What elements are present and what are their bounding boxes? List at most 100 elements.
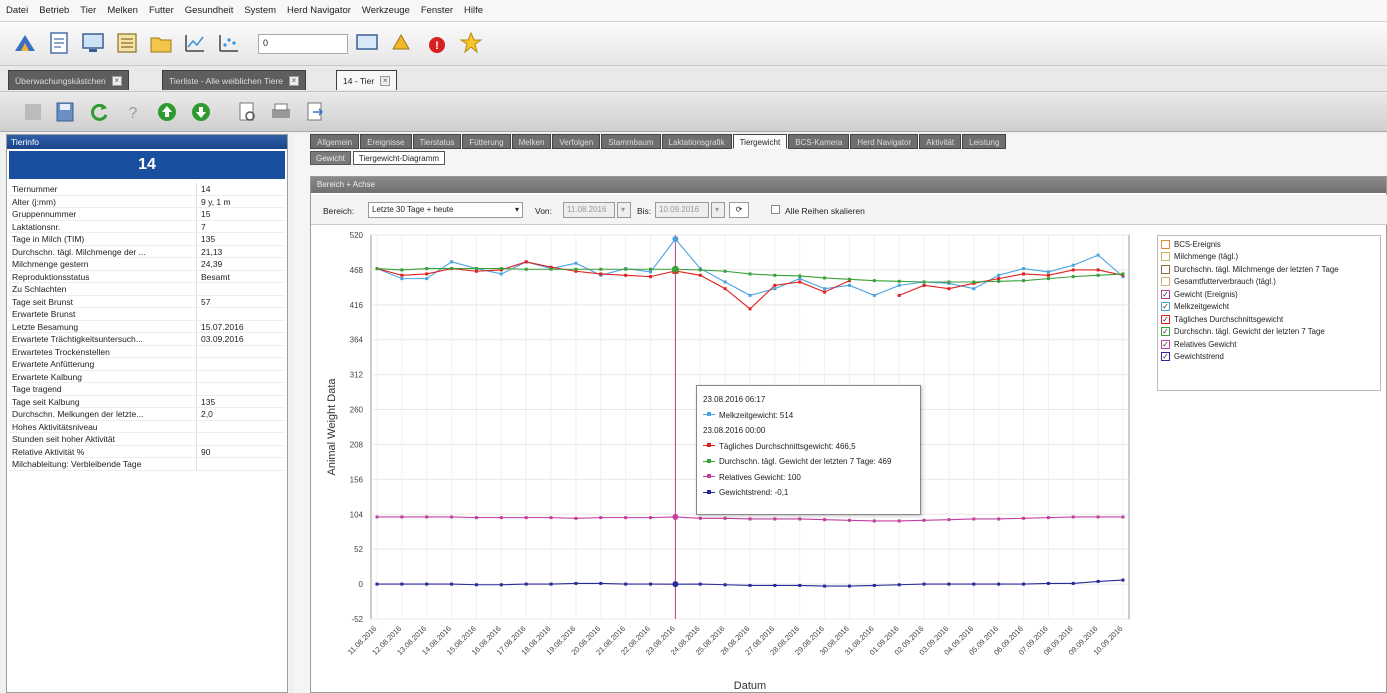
menu-futter[interactable]: Futter [149,5,174,16]
legend-checkbox[interactable]: ✓ [1161,327,1170,337]
tab-tierstatus[interactable]: Tierstatus [412,134,462,149]
menu-betrieb[interactable]: Betrieb [39,5,69,16]
help-icon[interactable]: ? [118,97,148,127]
legend-checkbox[interactable]: ✓ [1161,314,1170,324]
tierinfo-row[interactable]: Tiernummer 14 [9,183,285,196]
tierinfo-row[interactable]: Tage tragend [9,383,285,396]
folder-icon[interactable] [146,28,176,58]
tierinfo-row[interactable]: Gruppennummer 15 [9,208,285,221]
down-arrow-icon[interactable] [186,97,216,127]
tab-verfolgen[interactable]: Verfolgen [552,134,601,149]
legend-item[interactable]: ✓ Relatives Gewicht [1161,338,1377,351]
legend-checkbox[interactable] [1161,252,1170,262]
up-arrow-icon[interactable] [152,97,182,127]
tab-aktivität[interactable]: Aktivität [919,134,962,149]
legend-item[interactable]: ✓ Durchschn. tägl. Gewicht der letzten 7 … [1161,326,1377,339]
legend-checkbox[interactable]: ✓ [1161,339,1170,349]
tierinfo-row[interactable]: Laktationsnr. 7 [9,220,285,233]
tab-fütterung[interactable]: Fütterung [462,134,511,149]
subtab-tiergewicht-diagramm[interactable]: Tiergewicht-Diagramm [352,151,446,165]
legend-checkbox[interactable]: ✓ [1161,289,1170,299]
tab-ereignisse[interactable]: Ereignisse [360,134,412,149]
tierinfo-row[interactable]: Letzte Besamung 15.07.2016 [9,320,285,333]
document-icon[interactable] [44,28,74,58]
menu-fenster[interactable]: Fenster [421,5,453,16]
refresh-icon[interactable] [84,97,114,127]
print-preview-icon[interactable] [232,97,262,127]
menu-gesundheit[interactable]: Gesundheit [185,5,234,16]
close-icon[interactable]: × [289,75,300,86]
tab-herd-navigator[interactable]: Herd Navigator [850,134,919,149]
monitor-icon[interactable] [78,28,108,58]
warning-icon[interactable]: ! [420,28,450,58]
home-icon[interactable] [10,28,40,58]
tierinfo-row[interactable]: Milchableitung: Verbleibende Tage [9,458,285,471]
menu-melken[interactable]: Melken [107,5,138,16]
tab-bcs-kamera[interactable]: BCS-Kamera [788,134,850,149]
tab-melken[interactable]: Melken [511,134,552,149]
scatter-icon[interactable] [214,28,244,58]
screen-icon[interactable] [352,28,382,58]
scale-all-checkbox[interactable] [771,205,780,214]
doc-tab-tierliste[interactable]: Tierliste - Alle weiblichen Tiere × [162,70,307,90]
doc-tab-ueberwachung[interactable]: Überwachungskästchen × [8,70,129,90]
tab-laktationsgrafik[interactable]: Laktationsgrafik [661,134,732,149]
legend-checkbox[interactable] [1161,277,1170,287]
bis-date-field[interactable]: 10.09.2016 [655,202,709,218]
new-icon[interactable] [18,97,48,127]
menu-herd-navigator[interactable]: Herd Navigator [287,5,351,16]
tierinfo-row[interactable]: Erwartete Anfütterung [9,358,285,371]
tierinfo-row[interactable]: Stunden seit hoher Aktivität [9,433,285,446]
tierinfo-row[interactable]: Milchmenge gestern 24,39 [9,258,285,271]
legend-item[interactable]: Gesamtfutterverbrauch (tägl.) [1161,276,1377,289]
tierinfo-row[interactable]: Tage seit Brunst 57 [9,295,285,308]
save-icon[interactable] [50,97,80,127]
menu-werkzeuge[interactable]: Werkzeuge [362,5,410,16]
tierinfo-row[interactable]: Erwartete Kalbung [9,370,285,383]
print-icon[interactable] [266,97,296,127]
subtab-gewicht[interactable]: Gewicht [310,151,351,165]
tab-leistung[interactable]: Leistung [962,134,1007,149]
von-calendar-icon[interactable]: ▾ [617,202,631,218]
tierinfo-row[interactable]: Hohes Aktivitätsniveau [9,420,285,433]
list-icon[interactable] [112,28,142,58]
refresh-chart-icon[interactable]: ⟳ [729,202,749,218]
close-icon[interactable]: × [111,75,122,86]
tierinfo-row[interactable]: Erwartete Trächtigkeitsuntersuch... 03.09… [9,333,285,346]
legend-item[interactable]: ✓ Melkzeitgewicht [1161,301,1377,314]
alarm-icon[interactable] [386,28,416,58]
menu-tier[interactable]: Tier [80,5,96,16]
legend-item[interactable]: BCS-Ereignis [1161,238,1377,251]
tierinfo-row[interactable]: Durchschn. tägl. Milchmenge der ... 21,13 [9,245,285,258]
bereich-select[interactable]: Letzte 30 Tage + heute ▾ [368,202,523,218]
legend-item[interactable]: Durchschn. tägl. Milchmenge der letzten … [1161,263,1377,276]
tierinfo-row[interactable]: Alter (j:mm) 9 y, 1 m [9,195,285,208]
tierinfo-row[interactable]: Durchschn. Melkungen der letzte... 2,0 [9,408,285,421]
tab-allgemein[interactable]: Allgemein [310,134,360,149]
legend-checkbox[interactable]: ✓ [1161,302,1170,312]
doc-tab-tier[interactable]: 14 - Tier × [336,70,398,90]
graph-icon[interactable] [180,28,210,58]
tierinfo-row[interactable]: Relative Aktivität % 90 [9,445,285,458]
star-icon[interactable] [456,28,486,58]
tab-tiergewicht[interactable]: Tiergewicht [732,134,788,149]
export-icon[interactable] [300,97,330,127]
menu-datei[interactable]: Datei [6,5,28,16]
toolbar-combo[interactable]: 0 [258,34,348,54]
tierinfo-row[interactable]: Reproduktionsstatus Besamt [9,270,285,283]
tierinfo-row[interactable]: Tage seit Kalbung 135 [9,395,285,408]
legend-checkbox[interactable] [1161,264,1170,274]
menu-system[interactable]: System [244,5,276,16]
legend-item[interactable]: ✓ Gewichtstrend [1161,351,1377,364]
tierinfo-row[interactable]: Erwartetes Trockenstellen [9,345,285,358]
bis-calendar-icon[interactable]: ▾ [711,202,725,218]
close-icon[interactable]: × [380,75,391,86]
legend-item[interactable]: ✓ Tägliches Durchschnittsgewicht [1161,313,1377,326]
tab-stammbaum[interactable]: Stammbaum [601,134,661,149]
legend-item[interactable]: ✓ Gewicht (Ereignis) [1161,288,1377,301]
von-date-field[interactable]: 11.08.2016 [563,202,615,218]
menu-hilfe[interactable]: Hilfe [464,5,483,16]
tierinfo-row[interactable]: Zu Schlachten [9,283,285,296]
legend-checkbox[interactable] [1161,239,1170,249]
legend-item[interactable]: Milchmenge (tägl.) [1161,251,1377,264]
